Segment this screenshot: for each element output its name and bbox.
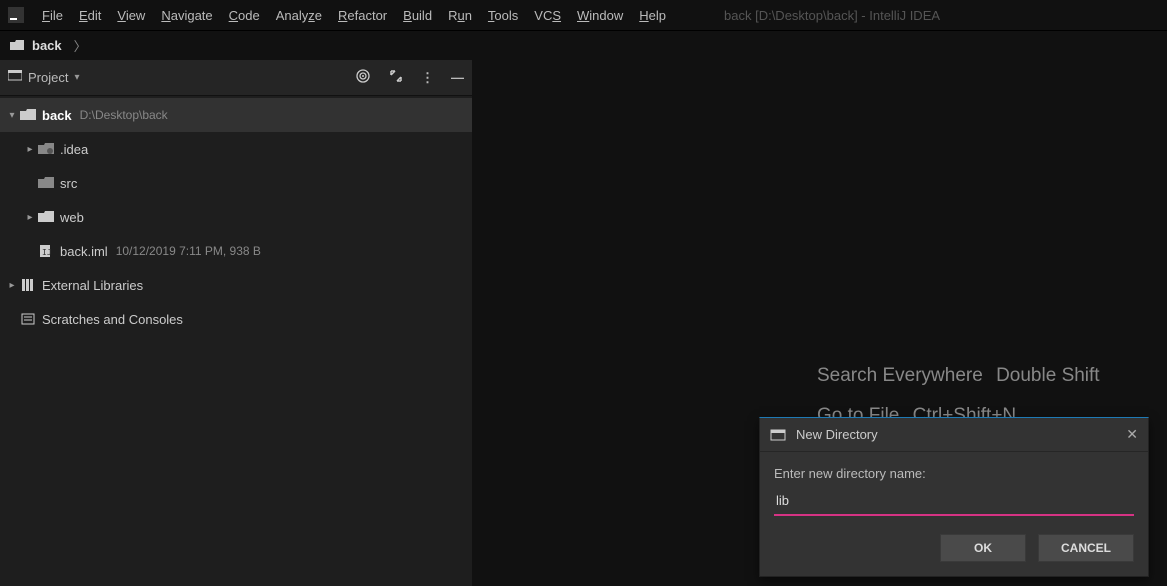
hint-search-key: Double Shift	[996, 365, 1100, 386]
folder-icon	[20, 108, 36, 122]
tree-row-root[interactable]: ▾ back D:\Desktop\back	[0, 98, 472, 132]
hint-search-label: Search Everywhere	[817, 365, 983, 386]
breadcrumb: back 〉	[0, 30, 1167, 60]
window-title: back [D:\Desktop\back] - IntelliJ IDEA	[724, 8, 940, 23]
menu-tools[interactable]: Tools	[480, 8, 526, 23]
menu-code[interactable]: Code	[221, 8, 268, 23]
tree-item-label: External Libraries	[42, 278, 143, 293]
breadcrumb-root[interactable]: back	[32, 38, 62, 53]
chevron-right-icon[interactable]: ▸	[22, 144, 38, 155]
menu-window[interactable]: Window	[569, 8, 631, 23]
directory-name-input[interactable]	[774, 489, 1134, 516]
svg-text:IJ: IJ	[42, 248, 52, 257]
cancel-button[interactable]: CANCEL	[1038, 534, 1134, 562]
file-icon: IJ	[38, 244, 54, 258]
tree-row[interactable]: ▸ web	[0, 200, 472, 234]
tree-row[interactable]: ▸ .idea	[0, 132, 472, 166]
library-icon	[20, 278, 36, 292]
tree-item-label: web	[60, 210, 84, 225]
chevron-down-icon[interactable]: ▾	[4, 110, 20, 121]
collapse-all-icon[interactable]	[389, 69, 403, 86]
menu-navigate[interactable]: Navigate	[153, 8, 220, 23]
tree-row[interactable]: IJ back.iml 10/12/2019 7:11 PM, 938 B	[0, 234, 472, 268]
scratches-icon	[20, 312, 36, 326]
project-panel-title[interactable]: Project	[28, 70, 68, 85]
tree-item-path: D:\Desktop\back	[80, 108, 168, 122]
tree-item-meta: 10/12/2019 7:11 PM, 938 B	[116, 244, 261, 258]
app-logo-icon	[8, 7, 24, 23]
menu-vcs[interactable]: VCS	[526, 8, 569, 23]
directory-icon	[770, 427, 786, 443]
project-view-icon	[8, 70, 22, 85]
target-icon[interactable]	[355, 68, 371, 87]
menu-edit[interactable]: Edit	[71, 8, 109, 23]
folder-icon	[38, 176, 54, 190]
chevron-right-icon: 〉	[74, 36, 87, 55]
folder-icon	[38, 142, 54, 156]
menu-run[interactable]: Run	[440, 8, 480, 23]
tree-item-label: Scratches and Consoles	[42, 312, 183, 327]
folder-icon	[38, 210, 54, 224]
menubar: File Edit View Navigate Code Analyze Ref…	[0, 0, 1167, 30]
minimize-panel-icon[interactable]: —	[451, 70, 464, 85]
close-icon[interactable]: ✕	[1126, 426, 1138, 443]
menu-refactor[interactable]: Refactor	[330, 8, 395, 23]
menu-help[interactable]: Help	[631, 8, 674, 23]
project-tree: ▾ back D:\Desktop\back ▸ .idea src	[0, 96, 472, 586]
dialog-prompt: Enter new directory name:	[774, 466, 1134, 481]
project-panel-header: Project ▾ ⋮ —	[0, 60, 472, 96]
chevron-right-icon[interactable]: ▸	[4, 280, 20, 291]
tree-item-label: src	[60, 176, 77, 191]
ok-button[interactable]: OK	[940, 534, 1026, 562]
menu-file[interactable]: File	[34, 8, 71, 23]
menu-view[interactable]: View	[109, 8, 153, 23]
dialog-title-text: New Directory	[796, 427, 878, 442]
tree-item-label: back	[42, 108, 72, 123]
tree-row[interactable]: src	[0, 166, 472, 200]
dialog-titlebar: New Directory ✕	[760, 418, 1148, 452]
chevron-down-icon[interactable]: ▾	[74, 72, 79, 83]
more-icon[interactable]: ⋮	[421, 70, 433, 86]
tree-item-label: back.iml	[60, 244, 108, 259]
tree-row-scratches[interactable]: Scratches and Consoles	[0, 302, 472, 336]
folder-icon	[10, 40, 24, 52]
project-sidebar: Project ▾ ⋮ — ▾ back D:\De	[0, 60, 472, 586]
tree-row-external-libraries[interactable]: ▸ External Libraries	[0, 268, 472, 302]
new-directory-dialog: New Directory ✕ Enter new directory name…	[759, 417, 1149, 577]
menu-analyze[interactable]: Analyze	[268, 8, 330, 23]
chevron-right-icon[interactable]: ▸	[22, 212, 38, 223]
tree-item-label: .idea	[60, 142, 88, 157]
menu-build[interactable]: Build	[395, 8, 440, 23]
